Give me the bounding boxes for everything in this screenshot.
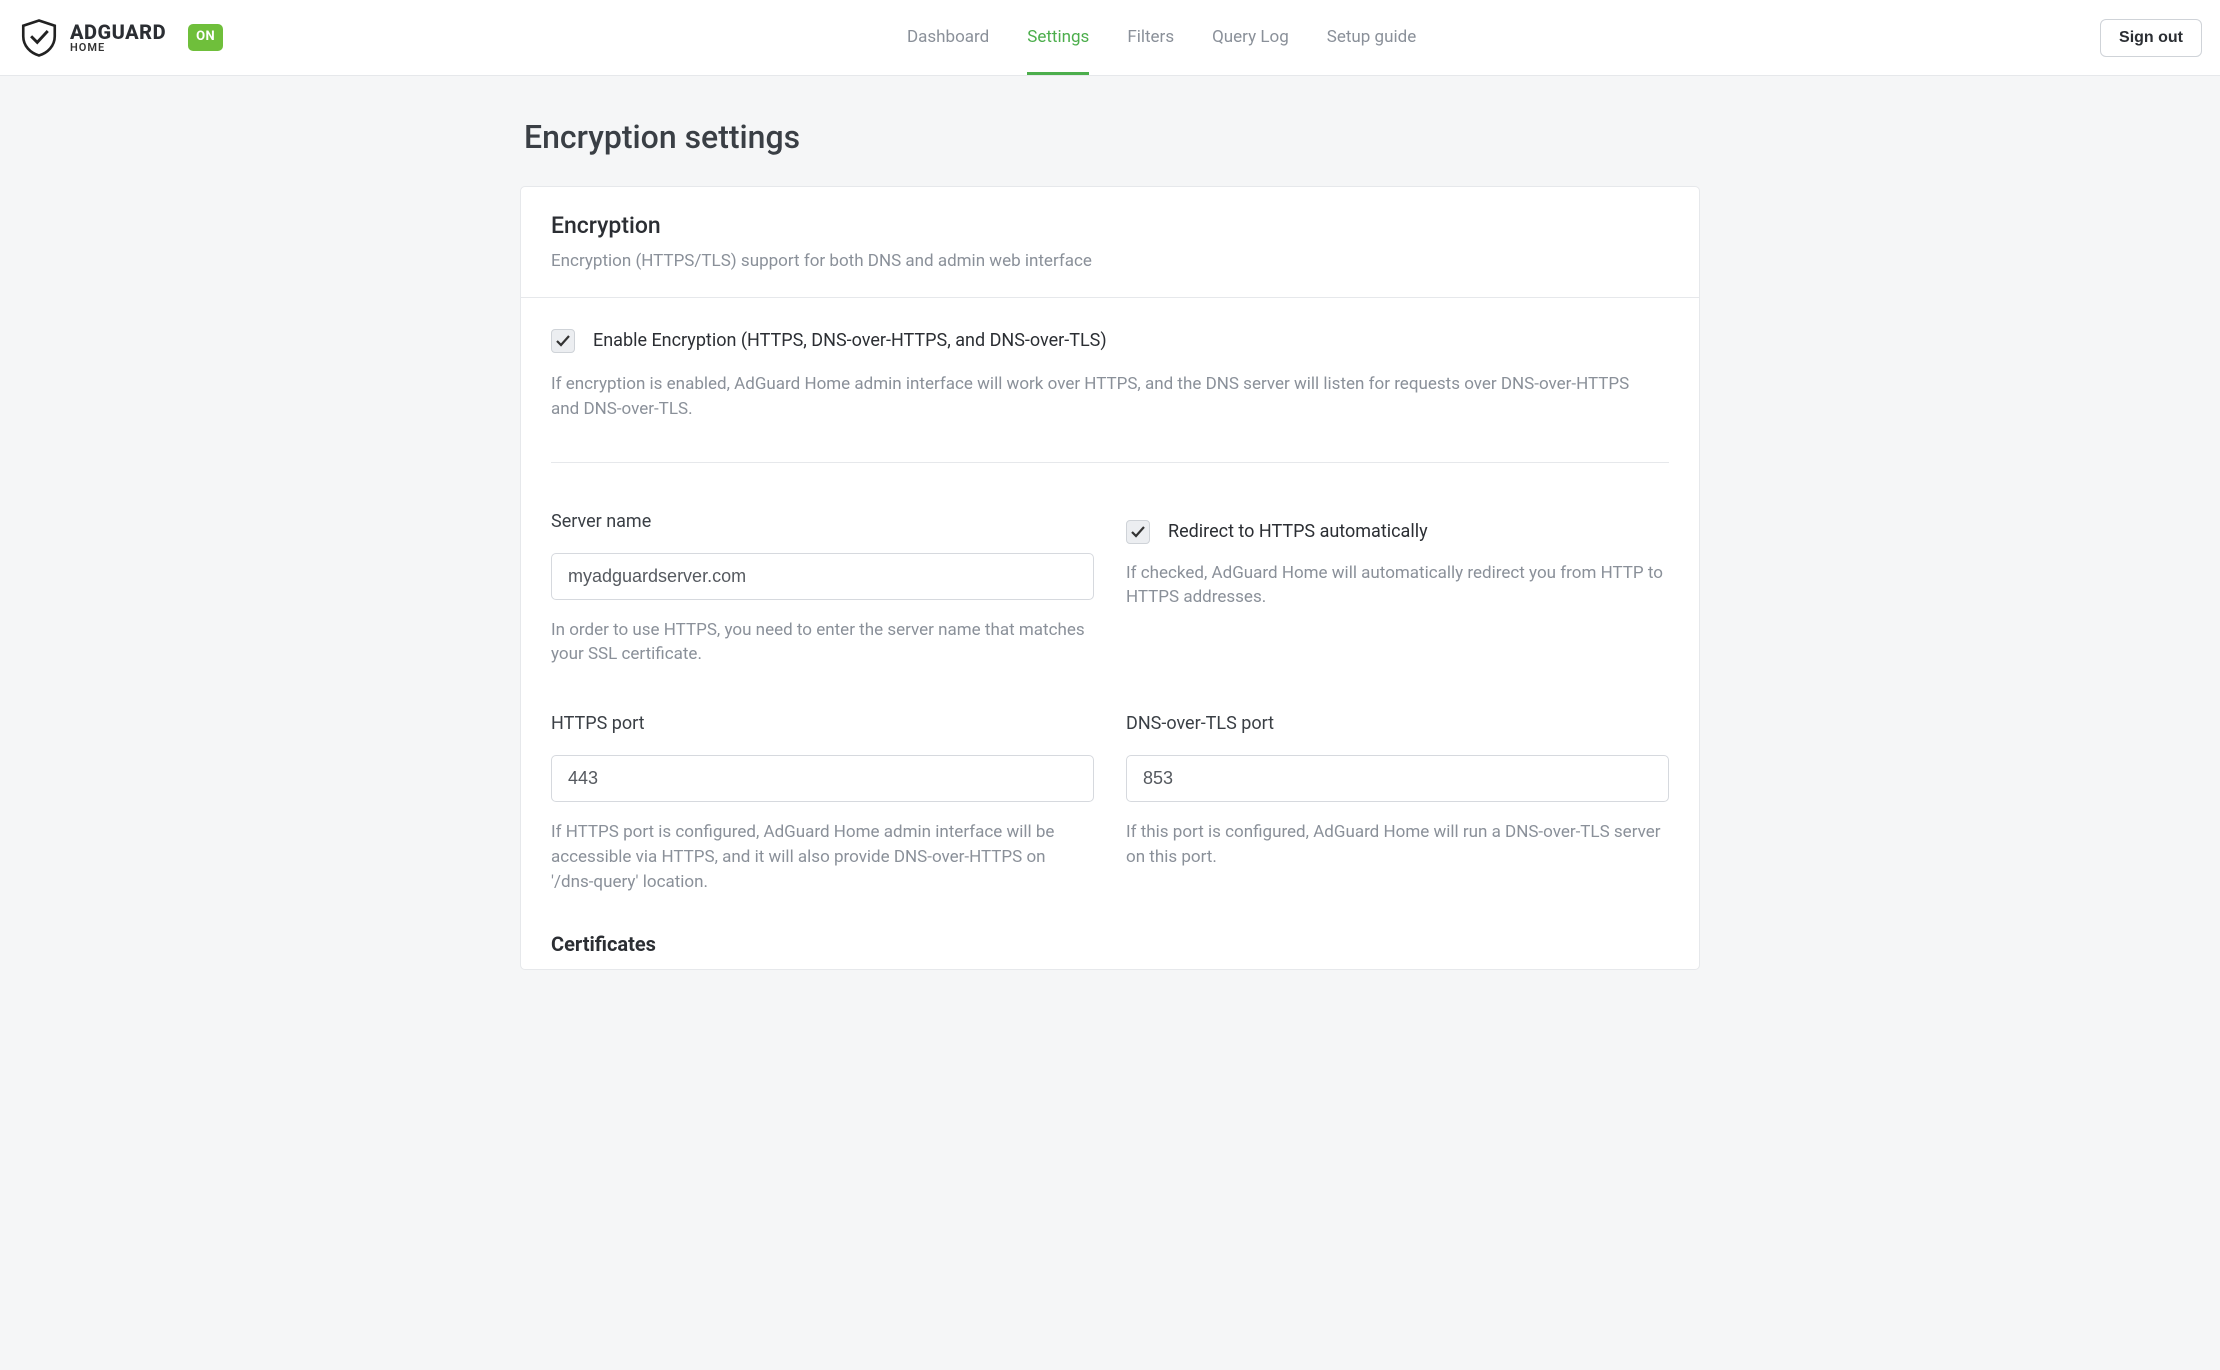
nav-settings[interactable]: Settings bbox=[1027, 0, 1089, 75]
https-port-input[interactable] bbox=[551, 755, 1094, 802]
brand: ADGUARD HOME ON bbox=[18, 17, 223, 59]
enable-encryption-checkbox[interactable] bbox=[551, 329, 575, 353]
page: Encryption settings Encryption Encryptio… bbox=[520, 76, 1700, 1030]
divider bbox=[551, 462, 1669, 463]
sign-out-button[interactable]: Sign out bbox=[2100, 19, 2202, 57]
enable-encryption-help: If encryption is enabled, AdGuard Home a… bbox=[551, 372, 1651, 421]
dot-port-label: DNS-over-TLS port bbox=[1126, 711, 1669, 737]
redirect-https-label: Redirect to HTTPS automatically bbox=[1168, 519, 1428, 545]
encryption-card: Encryption Encryption (HTTPS/TLS) suppor… bbox=[520, 186, 1700, 970]
https-port-help: If HTTPS port is configured, AdGuard Hom… bbox=[551, 820, 1091, 894]
enable-encryption-row: Enable Encryption (HTTPS, DNS-over-HTTPS… bbox=[551, 328, 1669, 354]
nav-filters[interactable]: Filters bbox=[1127, 0, 1174, 75]
server-name-help: In order to use HTTPS, you need to enter… bbox=[551, 618, 1091, 667]
server-name-field: Server name In order to use HTTPS, you n… bbox=[551, 509, 1094, 667]
certificates-heading: Certificates bbox=[551, 930, 1669, 959]
brand-name: ADGUARD bbox=[70, 22, 166, 42]
nav-dashboard[interactable]: Dashboard bbox=[907, 0, 989, 75]
card-subtitle: Encryption (HTTPS/TLS) support for both … bbox=[551, 249, 1669, 274]
dot-port-input[interactable] bbox=[1126, 755, 1669, 802]
top-bar: ADGUARD HOME ON Dashboard Settings Filte… bbox=[0, 0, 2220, 76]
redirect-https-checkbox[interactable] bbox=[1126, 520, 1150, 544]
main-nav: Dashboard Settings Filters Query Log Set… bbox=[223, 0, 2100, 75]
server-name-label: Server name bbox=[551, 509, 1094, 535]
card-header: Encryption Encryption (HTTPS/TLS) suppor… bbox=[521, 187, 1699, 298]
card-body: Enable Encryption (HTTPS, DNS-over-HTTPS… bbox=[521, 298, 1699, 969]
redirect-https-help: If checked, AdGuard Home will automatica… bbox=[1126, 561, 1666, 610]
shield-check-icon bbox=[18, 17, 60, 59]
page-title: Encryption settings bbox=[520, 114, 1700, 160]
brand-text: ADGUARD HOME bbox=[70, 22, 166, 53]
nav-setup-guide[interactable]: Setup guide bbox=[1327, 0, 1416, 75]
https-port-label: HTTPS port bbox=[551, 711, 1094, 737]
enable-encryption-label: Enable Encryption (HTTPS, DNS-over-HTTPS… bbox=[593, 328, 1107, 354]
checkmark-icon bbox=[1130, 524, 1146, 540]
https-port-field: HTTPS port If HTTPS port is configured, … bbox=[551, 711, 1094, 894]
dot-port-field: DNS-over-TLS port If this port is config… bbox=[1126, 711, 1669, 894]
card-title: Encryption bbox=[551, 209, 1669, 242]
status-on-badge: ON bbox=[188, 24, 223, 51]
redirect-field: Redirect to HTTPS automatically If check… bbox=[1126, 509, 1669, 667]
nav-query-log[interactable]: Query Log bbox=[1212, 0, 1289, 75]
checkmark-icon bbox=[555, 333, 571, 349]
server-name-input[interactable] bbox=[551, 553, 1094, 600]
dot-port-help: If this port is configured, AdGuard Home… bbox=[1126, 820, 1666, 869]
